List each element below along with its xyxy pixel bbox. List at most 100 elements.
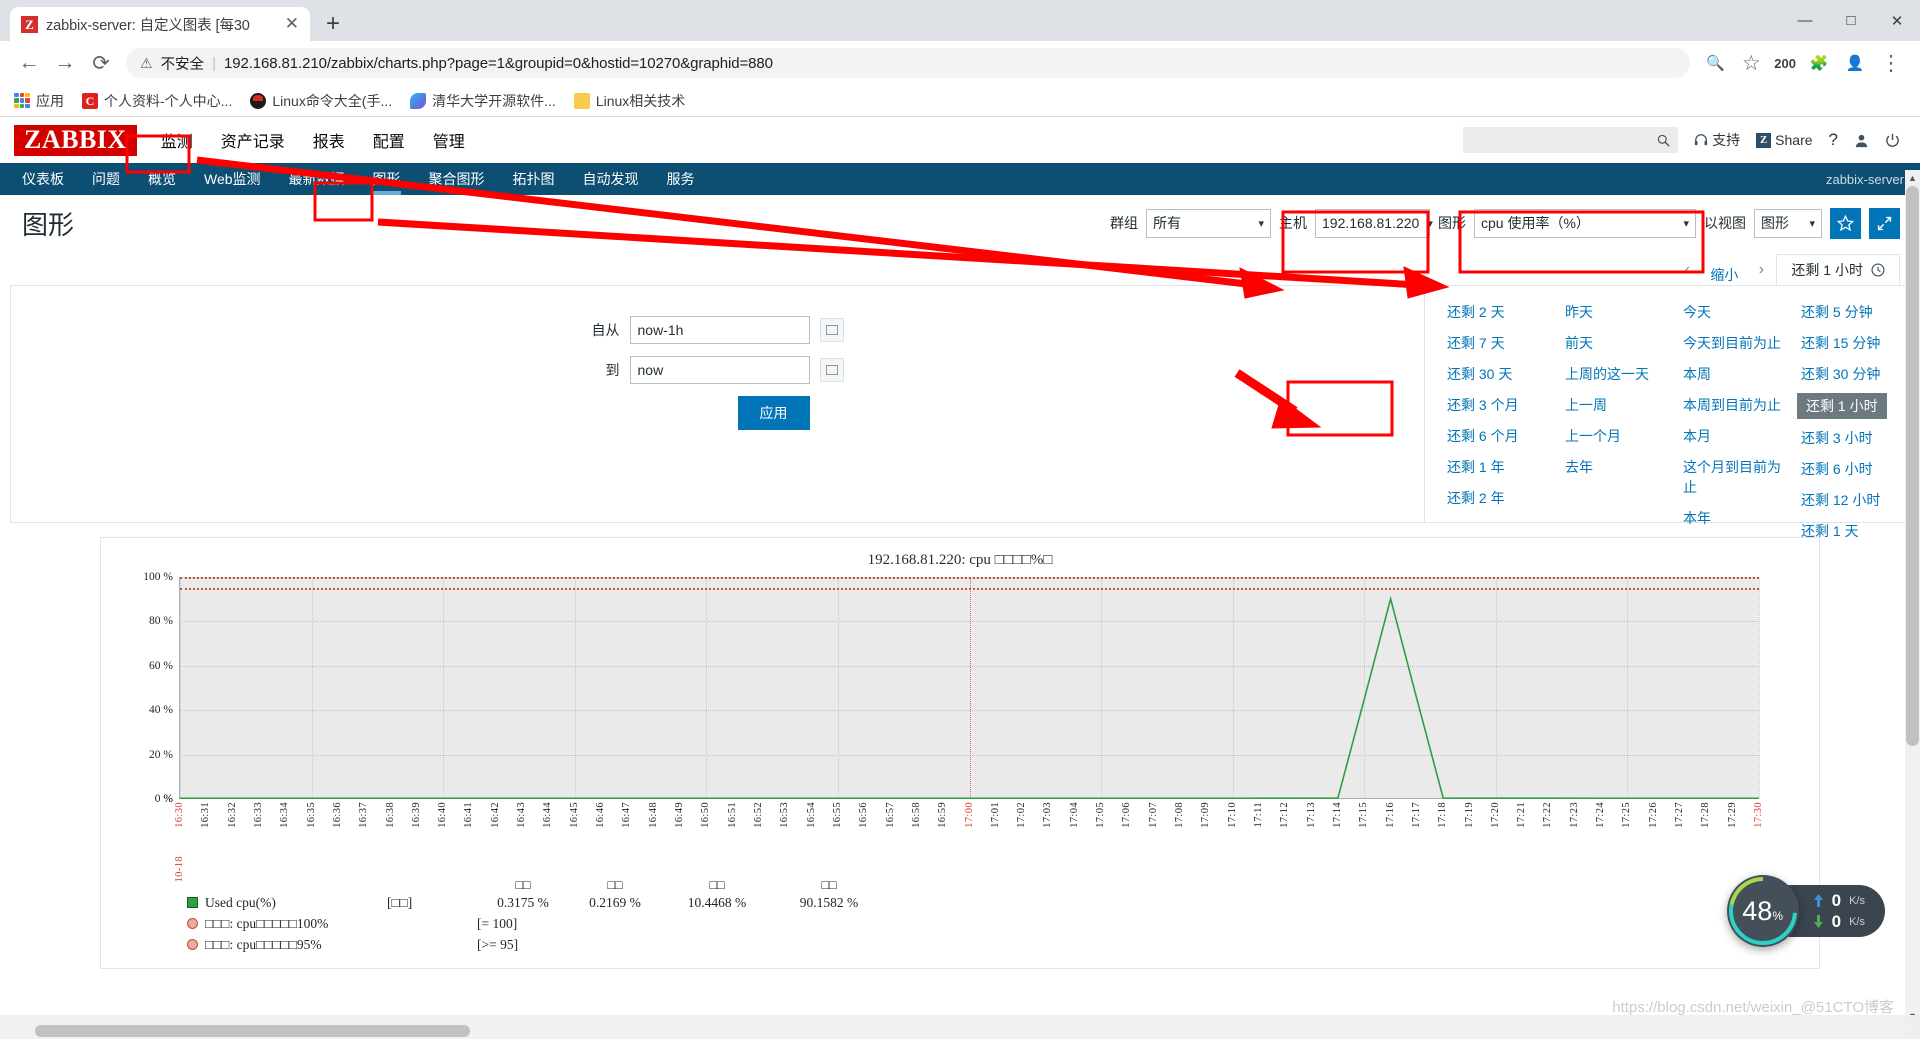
fullscreen-button[interactable] <box>1869 207 1900 239</box>
from-input[interactable] <box>629 316 810 344</box>
range-this-year[interactable]: 本年 <box>1679 506 1715 530</box>
horizontal-scrollbar[interactable] <box>0 1023 1905 1039</box>
window-close-icon[interactable]: ✕ <box>1874 0 1920 41</box>
nav-item-configuration[interactable]: 配置 <box>359 122 419 158</box>
horizontal-scroll-thumb[interactable] <box>35 1025 470 1037</box>
range-last-5-minutes[interactable]: 还剩 5 分钟 <box>1797 300 1877 324</box>
group-select[interactable]: 所有 ▾ <box>1146 208 1271 238</box>
range-this-day-last-week[interactable]: 上周的这一天 <box>1561 362 1653 386</box>
browser-menu-icon[interactable]: ⋮ <box>1874 46 1908 80</box>
search-icon[interactable]: 🔍 <box>1698 46 1732 80</box>
zoom-badge[interactable]: 200 <box>1770 56 1800 71</box>
nav-item-reports[interactable]: 报表 <box>299 122 359 158</box>
x-axis-tick-label: 17:06 <box>1121 802 1133 828</box>
range-today[interactable]: 今天 <box>1679 300 1715 324</box>
chart-plot-area: 0 % 20 % 40 % 60 % 80 % 100 %% 16:30 16:31 16:3… <box>101 571 1789 883</box>
subnav-latest-data[interactable]: 最新数据 <box>275 163 359 195</box>
favorite-button[interactable] <box>1830 207 1861 239</box>
address-bar[interactable]: ⚠ 不安全 | 192.168.81.210/zabbix/charts.php… <box>126 48 1691 78</box>
minimize-icon[interactable]: — <box>1782 0 1828 41</box>
range-last-30-days[interactable]: 还剩 30 天 <box>1443 362 1516 386</box>
host-select[interactable]: 192.168.81.220 ▾ <box>1315 208 1433 238</box>
range-last-6-months[interactable]: 还剩 6 个月 <box>1443 424 1523 448</box>
range-previous-week[interactable]: 上一周 <box>1561 393 1611 417</box>
range-today-so-far[interactable]: 今天到目前为止 <box>1679 331 1785 355</box>
subnav-discovery[interactable]: 自动发现 <box>569 163 653 195</box>
subnav-dashboard[interactable]: 仪表板 <box>8 163 78 195</box>
browser-tab[interactable]: Z zabbix-server: 自定义图表 [每30 ✕ <box>10 7 310 41</box>
range-day-before-yesterday[interactable]: 前天 <box>1561 331 1597 355</box>
subnav-services[interactable]: 服务 <box>653 163 709 195</box>
range-this-month-so-far[interactable]: 这个月到目前为止 <box>1679 455 1791 499</box>
forward-icon[interactable]: → <box>48 46 82 80</box>
search-input[interactable] <box>1471 132 1658 148</box>
range-this-week[interactable]: 本周 <box>1679 362 1715 386</box>
nav-item-inventory[interactable]: 资产记录 <box>207 122 299 158</box>
support-link[interactable]: 支持 <box>1694 130 1740 150</box>
bookmark-item[interactable]: Linux命令大全(手... <box>250 91 392 111</box>
time-prev-button[interactable]: ‹ <box>1672 255 1702 285</box>
subnav-graphs[interactable]: 图形 <box>359 163 415 195</box>
range-last-30-minutes[interactable]: 还剩 30 分钟 <box>1797 362 1884 386</box>
bookmark-item[interactable]: 清华大学开源软件... <box>410 91 556 111</box>
share-label: Share <box>1775 132 1813 148</box>
nav-item-administration[interactable]: 管理 <box>419 122 479 158</box>
new-tab-button[interactable]: + <box>326 10 340 38</box>
range-last-3-hours[interactable]: 还剩 3 小时 <box>1797 426 1877 450</box>
subnav-maps[interactable]: 拓扑图 <box>499 163 569 195</box>
vertical-scrollbar[interactable]: ▲ ▼ <box>1905 170 1920 1023</box>
close-icon[interactable]: ✕ <box>282 14 302 34</box>
watermark-text: https://blog.csdn.net/weixin_@51CTO博客 <box>1612 999 1894 1016</box>
range-last-7-days[interactable]: 还剩 7 天 <box>1443 331 1509 355</box>
chart-canvas[interactable]: 0 % 20 % 40 % 60 % 80 % 100 %% <box>143 571 1760 805</box>
signout-link[interactable] <box>1885 133 1900 148</box>
range-previous-year[interactable]: 去年 <box>1561 455 1597 479</box>
subnav-web[interactable]: Web监测 <box>190 163 275 195</box>
help-link[interactable]: ? <box>1829 130 1838 150</box>
star-icon <box>1837 214 1854 231</box>
bookmark-apps[interactable]: 应用 <box>14 91 64 111</box>
time-range-tab[interactable]: 还剩 1 小时 <box>1776 254 1900 286</box>
range-this-week-so-far[interactable]: 本周到目前为止 <box>1679 393 1785 417</box>
maximize-icon[interactable]: □ <box>1828 0 1874 41</box>
subnav-screens[interactable]: 聚合图形 <box>415 163 499 195</box>
time-next-button[interactable]: › <box>1746 255 1776 285</box>
to-calendar-button[interactable] <box>819 358 844 382</box>
range-this-month[interactable]: 本月 <box>1679 424 1715 448</box>
vertical-scroll-thumb[interactable] <box>1906 186 1919 746</box>
back-icon[interactable]: ← <box>12 46 46 80</box>
to-input[interactable] <box>629 356 810 384</box>
nav-item-monitoring[interactable]: 监测 <box>147 122 207 158</box>
range-previous-month[interactable]: 上一个月 <box>1561 424 1625 448</box>
share-link[interactable]: Z Share <box>1756 132 1813 148</box>
from-calendar-button[interactable] <box>819 318 844 342</box>
range-last-3-months[interactable]: 还剩 3 个月 <box>1443 393 1523 417</box>
zabbix-logo[interactable]: ZABBIX <box>14 124 137 156</box>
time-zoom-out-button[interactable]: 缩小 <box>1702 265 1746 285</box>
range-last-15-minutes[interactable]: 还剩 15 分钟 <box>1797 331 1884 355</box>
apply-button[interactable]: 应用 <box>737 396 810 430</box>
view-select[interactable]: 图形 ▾ <box>1754 208 1822 238</box>
bookmark-item[interactable]: C 个人资料-个人中心... <box>82 91 232 111</box>
reload-icon[interactable]: ⟳ <box>84 46 118 80</box>
scroll-up-icon[interactable]: ▲ <box>1905 170 1920 185</box>
range-last-2-years[interactable]: 还剩 2 年 <box>1443 486 1509 510</box>
range-last-1-year[interactable]: 还剩 1 年 <box>1443 455 1509 479</box>
subnav-problems[interactable]: 问题 <box>78 163 134 195</box>
range-last-1-hour[interactable]: 还剩 1 小时 <box>1797 393 1887 419</box>
graph-select[interactable]: cpu 使用率（%） ▾ <box>1474 208 1696 238</box>
range-yesterday[interactable]: 昨天 <box>1561 300 1597 324</box>
range-last-2-days[interactable]: 还剩 2 天 <box>1443 300 1509 324</box>
bookmark-star-icon[interactable]: ☆ <box>1734 46 1768 80</box>
profile-icon[interactable]: 👤 <box>1838 46 1872 80</box>
subnav-overview[interactable]: 概览 <box>134 163 190 195</box>
search-box[interactable] <box>1463 127 1679 153</box>
bookmark-item[interactable]: Linux相关技术 <box>573 91 685 111</box>
range-last-6-hours[interactable]: 还剩 6 小时 <box>1797 457 1877 481</box>
user-profile-link[interactable] <box>1854 133 1869 148</box>
network-speed-widget[interactable]: 48% 0 K/s 0 K/s <box>1726 875 1885 947</box>
search-icon[interactable] <box>1657 134 1670 147</box>
range-last-12-hours[interactable]: 还剩 12 小时 <box>1797 488 1884 512</box>
extensions-icon[interactable]: 🧩 <box>1802 46 1836 80</box>
x-axis-tick-label: 16:42 <box>489 802 501 828</box>
